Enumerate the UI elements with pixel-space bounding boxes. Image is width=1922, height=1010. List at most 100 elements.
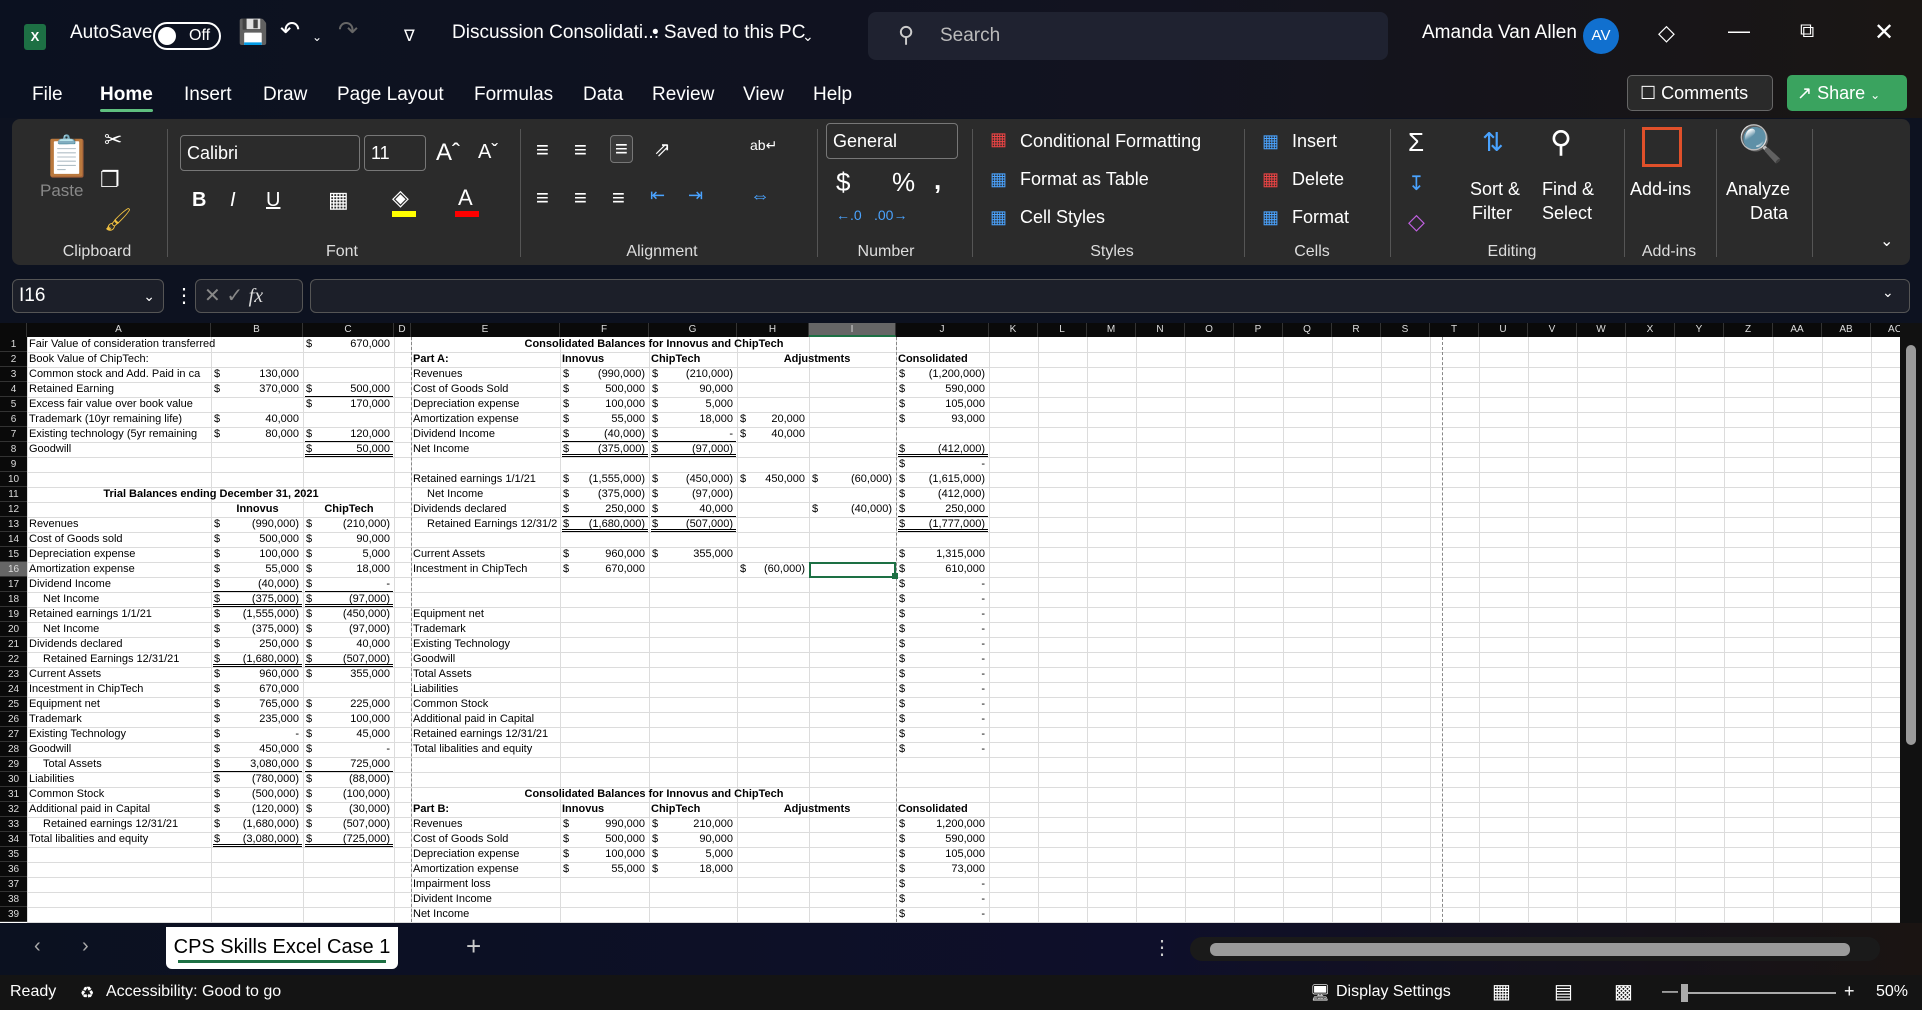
row-header-4[interactable]: 4 (0, 382, 27, 397)
column-title[interactable]: Consolidated (898, 352, 988, 367)
column-header-k[interactable]: K (989, 323, 1038, 337)
cell-value[interactable]: 590,000 (898, 382, 988, 397)
cell-label[interactable]: Net Income (29, 622, 210, 637)
cell-label[interactable]: Trademark (413, 622, 559, 637)
cell-value[interactable]: (88,000) (305, 772, 393, 787)
cell-value[interactable]: 45,000 (305, 727, 393, 742)
cell-label[interactable]: Retained earnings 12/31/21 (29, 817, 210, 832)
column-title[interactable]: Innovus (213, 502, 302, 517)
orientation-icon[interactable]: ⇗ (654, 137, 671, 162)
clear-icon[interactable]: ◇ (1408, 209, 1425, 235)
row-header-15[interactable]: 15 (0, 547, 27, 562)
row-header-37[interactable]: 37 (0, 877, 27, 892)
tab-home[interactable]: Home (100, 84, 153, 112)
cell-value[interactable]: (210,000) (305, 517, 393, 532)
bold-button[interactable]: B (192, 189, 206, 212)
row-header-2[interactable]: 2 (0, 352, 27, 367)
row-header-3[interactable]: 3 (0, 367, 27, 382)
wrap-text-icon[interactable]: ab↵ (750, 137, 777, 154)
cell-value[interactable]: 100,000 (213, 547, 302, 562)
cell-label[interactable]: Revenues (413, 367, 559, 382)
cell-value[interactable]: 250,000 (898, 502, 988, 517)
cell-label[interactable]: Amortization expense (413, 412, 559, 427)
cell-value[interactable]: 73,000 (898, 862, 988, 877)
cell-value[interactable]: - (898, 637, 988, 652)
column-header-p[interactable]: P (1234, 323, 1283, 337)
cell-value[interactable]: 225,000 (305, 697, 393, 712)
trial-balance-title[interactable]: Trial Balances ending December 31, 2021 (29, 487, 393, 502)
cell-label[interactable]: Retained earnings 12/31/21 (413, 727, 559, 742)
column-header-i[interactable]: I (809, 323, 896, 337)
tab-formulas[interactable]: Formulas (474, 84, 553, 106)
cell-value[interactable]: (97,000) (305, 622, 393, 637)
comma-style-icon[interactable]: , (934, 165, 941, 196)
tab-view[interactable]: View (743, 84, 784, 106)
name-box[interactable]: I16 ⌄ (12, 279, 164, 313)
column-header-u[interactable]: U (1479, 323, 1528, 337)
percent-style-icon[interactable]: % (892, 167, 915, 198)
cell-label[interactable]: Depreciation expense (413, 397, 559, 412)
cell-value[interactable]: 960,000 (213, 667, 302, 682)
row-header-25[interactable]: 25 (0, 697, 27, 712)
cell-label[interactable]: Dividends declared (29, 637, 210, 652)
cell-value[interactable]: - (898, 457, 988, 472)
merge-center-icon[interactable]: ⇔ (750, 185, 770, 208)
page-break-view-icon[interactable]: ▩ (1614, 979, 1633, 1004)
cell-value[interactable]: - (898, 892, 988, 907)
tab-draw[interactable]: Draw (263, 84, 307, 106)
cell-label[interactable]: Goodwill (29, 442, 210, 457)
cell-label[interactable]: Cost of Goods sold (29, 532, 210, 547)
cell-label[interactable]: Dividend Income (413, 427, 559, 442)
decrease-decimal-icon[interactable]: .00→ (874, 207, 907, 223)
align-bottom-icon[interactable]: ≡ (610, 135, 633, 163)
cell-value[interactable]: (725,000) (305, 832, 393, 847)
cell-label[interactable]: Revenues (29, 517, 210, 532)
cell-value[interactable]: 765,000 (213, 697, 302, 712)
row-header-10[interactable]: 10 (0, 472, 27, 487)
cell-label[interactable]: Current Assets (413, 547, 559, 562)
row-header-33[interactable]: 33 (0, 817, 27, 832)
select-all-corner[interactable] (0, 323, 27, 337)
cell-label[interactable]: Dividend Income (29, 577, 210, 592)
find-select-line1[interactable]: Find & (1542, 179, 1594, 200)
cell-label[interactable]: Cost of Goods Sold (413, 382, 559, 397)
cell-value[interactable]: (375,000) (213, 592, 302, 607)
cell-label[interactable]: Net Income (413, 442, 559, 457)
row-header-26[interactable]: 26 (0, 712, 27, 727)
row-header-9[interactable]: 9 (0, 457, 27, 472)
cell-value[interactable]: 500,000 (305, 382, 393, 397)
cell-label[interactable]: Additional paid in Capital (29, 802, 210, 817)
row-header-11[interactable]: 11 (0, 487, 27, 502)
row-header-19[interactable]: 19 (0, 607, 27, 622)
cell-value[interactable]: 500,000 (213, 532, 302, 547)
redo-icon[interactable]: ↷ (338, 16, 358, 45)
cell-label[interactable]: Depreciation expense (413, 847, 559, 862)
formula-input[interactable] (310, 279, 1910, 313)
column-header-b[interactable]: B (211, 323, 303, 337)
cell-label[interactable]: Total libalities and equity (29, 832, 210, 847)
row-header-27[interactable]: 27 (0, 727, 27, 742)
cell-label[interactable]: Fair Value of consideration transferred (29, 337, 215, 352)
cell-value[interactable]: 40,000 (305, 637, 393, 652)
cell-value[interactable]: 670,000 (305, 337, 393, 352)
row-header-6[interactable]: 6 (0, 412, 27, 427)
align-middle-icon[interactable]: ≡ (574, 137, 587, 163)
column-title[interactable]: Consolidated (898, 802, 988, 817)
tab-review[interactable]: Review (652, 84, 714, 106)
column-title[interactable]: Innovus (562, 352, 648, 367)
cell-label[interactable]: Goodwill (413, 652, 559, 667)
cell-label[interactable]: Retained Earnings 12/31/2 (413, 517, 559, 532)
cell-label[interactable]: Liabilities (413, 682, 559, 697)
row-header-38[interactable]: 38 (0, 892, 27, 907)
cell-value[interactable]: 170,000 (305, 397, 393, 412)
cell-value[interactable]: 105,000 (898, 847, 988, 862)
column-header-m[interactable]: M (1087, 323, 1136, 337)
cell-value[interactable]: 130,000 (213, 367, 302, 382)
row-header-7[interactable]: 7 (0, 427, 27, 442)
column-header-f[interactable]: F (560, 323, 649, 337)
increase-decimal-icon[interactable]: ←.0 (836, 207, 862, 223)
selected-cell[interactable] (809, 562, 896, 578)
more-options-icon[interactable]: ⋮ (1152, 935, 1172, 960)
cell-label[interactable]: Existing Technology (413, 637, 559, 652)
cell-label[interactable]: Net Income (29, 592, 210, 607)
